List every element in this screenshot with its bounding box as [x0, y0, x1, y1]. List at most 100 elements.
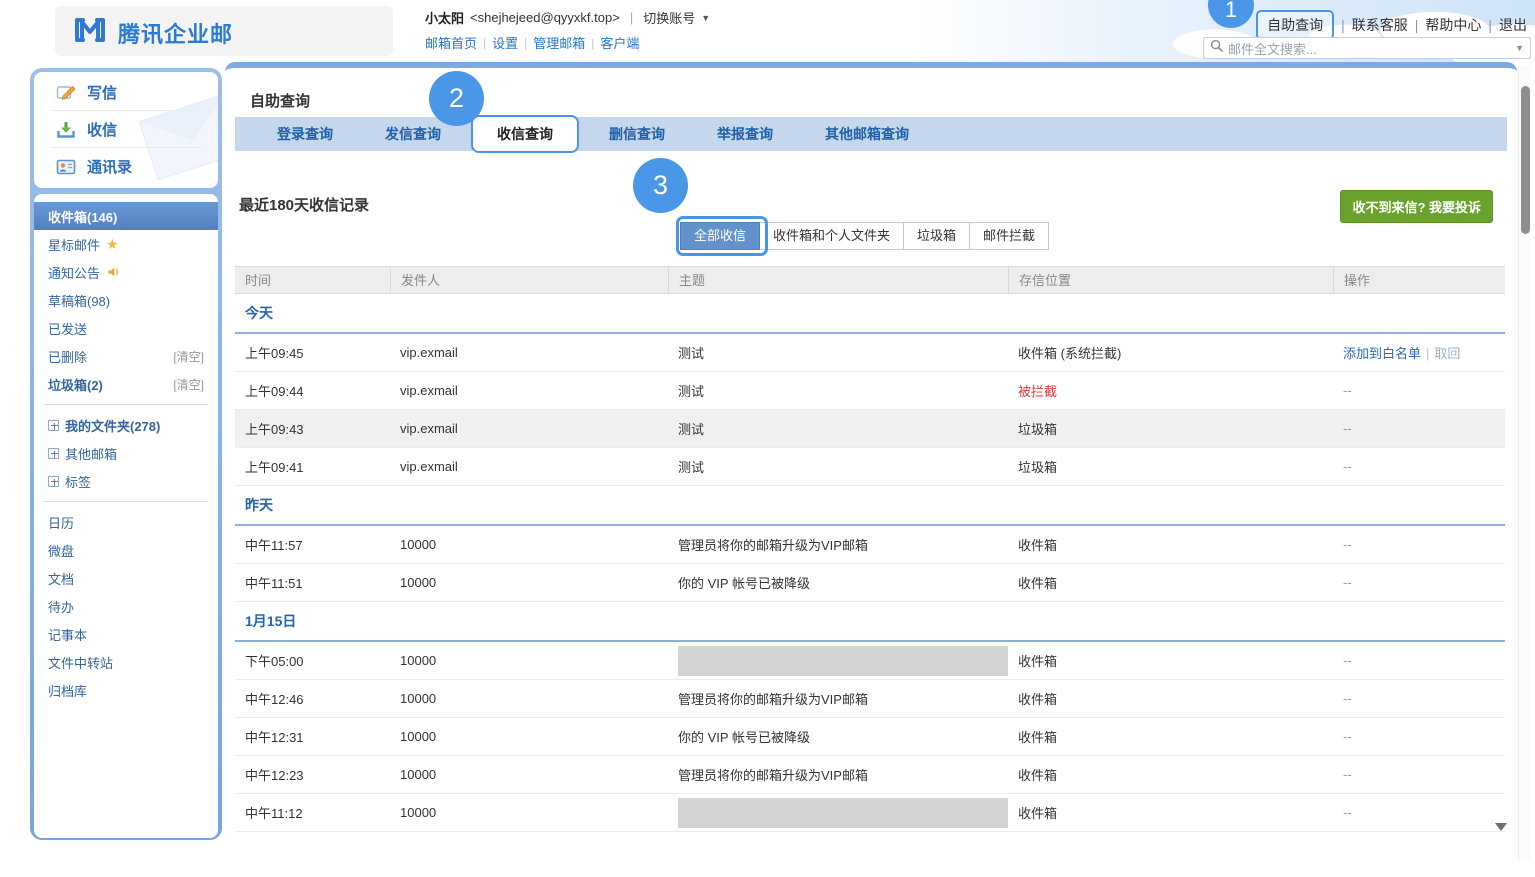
sidebar-folder-item[interactable]: 已发送: [34, 314, 218, 342]
sidebar-folders-card: 收件箱(146)星标邮件★通知公告草稿箱(98)已发送已删除[清空]垃圾箱(2)…: [34, 194, 218, 838]
filter-垃圾箱[interactable]: 垃圾箱: [903, 222, 970, 250]
table-row: 中午11:5710000管理员将你的邮箱升级为VIP邮箱收件箱--: [235, 526, 1505, 564]
sidebar-app-item[interactable]: 记事本: [34, 620, 218, 648]
switch-account-link[interactable]: 切换账号: [643, 8, 695, 27]
top-link-help-center[interactable]: 帮助中心: [1425, 15, 1481, 35]
search-scope-dropdown-icon[interactable]: ▼: [1515, 43, 1524, 53]
user-identity: 小太阳<shejhejeed@qyyxkf.top> | 切换账号 ▼: [425, 8, 710, 27]
sidebar-app-item[interactable]: 日历: [34, 508, 218, 536]
location-cell: 垃圾箱: [1008, 419, 1333, 438]
sidebar-app-item[interactable]: 文件中转站: [34, 648, 218, 676]
page: 腾讯企业邮 小太阳<shejhejeed@qyyxkf.top> | 切换账号 …: [0, 0, 1535, 877]
top-link-self-query[interactable]: 自助查询: [1256, 10, 1334, 40]
top-link-contact-support[interactable]: 联系客服: [1352, 15, 1408, 35]
sidebar-folder-item[interactable]: 收件箱(146): [34, 202, 218, 230]
tab-收信查询[interactable]: 收信查询: [471, 115, 579, 153]
no-action-placeholder: --: [1343, 537, 1352, 552]
table-row: 上午09:41vip.exmail测试垃圾箱--: [235, 448, 1505, 486]
date-group-header: 昨天: [235, 486, 1505, 526]
sender-cell: vip.exmail: [390, 459, 668, 474]
sidebar-tree-item[interactable]: 其他邮箱: [34, 439, 218, 467]
action-cell: --: [1333, 537, 1505, 552]
subject-cell: 管理员将你的邮箱升级为VIP邮箱: [668, 535, 1008, 554]
filter-全部收信[interactable]: 全部收信: [680, 222, 760, 250]
filter-group: 全部收信收件箱和个人文件夹垃圾箱邮件拦截: [681, 222, 1049, 250]
no-action-placeholder: --: [1343, 767, 1352, 782]
filter-邮件拦截[interactable]: 邮件拦截: [969, 222, 1049, 250]
app-label: 文件中转站: [48, 653, 113, 672]
empty-folder-link[interactable]: [清空]: [173, 376, 204, 393]
sidebar: 写信收信通讯录 收件箱(146)星标邮件★通知公告草稿箱(98)已发送已删除[清…: [30, 68, 222, 840]
row-action-添加到白名单[interactable]: 添加到白名单: [1343, 346, 1421, 361]
sidebar-app-item[interactable]: 归档库: [34, 676, 218, 704]
sidebar-action-通讯录[interactable]: 通讯录: [34, 148, 218, 185]
sidebar-folder-item[interactable]: 通知公告: [34, 258, 218, 286]
expand-icon[interactable]: [48, 448, 59, 459]
tab-其他邮箱查询[interactable]: 其他邮箱查询: [799, 117, 935, 151]
page-title: 自助查询: [250, 90, 310, 111]
chevron-down-icon[interactable]: ▼: [701, 13, 710, 23]
sender-cell: vip.exmail: [390, 383, 668, 398]
sender-cell: 10000: [390, 537, 668, 552]
complaint-button[interactable]: 收不到来信? 我要投诉: [1340, 190, 1493, 223]
sidebar-app-item[interactable]: 文档: [34, 564, 218, 592]
time-cell: 上午09:45: [235, 343, 390, 362]
subject-cell: 测试: [668, 457, 1008, 476]
folder-label: 垃圾箱(2): [48, 375, 103, 394]
sender-cell: vip.exmail: [390, 421, 668, 436]
top-link-logout[interactable]: 退出: [1499, 15, 1527, 35]
no-action-placeholder: --: [1343, 805, 1352, 820]
sidebar-action-写信[interactable]: 写信: [34, 74, 218, 111]
time-cell: 中午12:31: [235, 727, 390, 746]
row-action-取回[interactable]: 取回: [1434, 346, 1460, 361]
header-nav-link[interactable]: 邮箱首页: [425, 33, 477, 52]
sidebar-action-收信[interactable]: 收信: [34, 111, 218, 148]
action-cell: --: [1333, 767, 1505, 782]
column-header: 发件人: [390, 267, 668, 294]
sidebar-folder-item[interactable]: 垃圾箱(2) [清空]: [34, 370, 218, 398]
action-cell: --: [1333, 459, 1505, 474]
sidebar-tree-item[interactable]: 标签: [34, 467, 218, 495]
header-nav-link[interactable]: 客户端: [600, 33, 639, 52]
sidebar-tree-item[interactable]: 我的文件夹(278): [34, 411, 218, 439]
scrollbar-thumb[interactable]: [1521, 86, 1530, 234]
vertical-scrollbar[interactable]: [1518, 66, 1531, 860]
speaker-icon: [106, 264, 126, 280]
tab-删信查询[interactable]: 删信查询: [583, 117, 691, 151]
divider: [44, 501, 208, 502]
mail-search-box[interactable]: 邮件全文搜索... ▼: [1203, 37, 1531, 59]
sidebar-app-item[interactable]: 微盘: [34, 536, 218, 564]
action-cell: --: [1333, 729, 1505, 744]
tab-举报查询[interactable]: 举报查询: [691, 117, 799, 151]
header-nav-link[interactable]: 管理邮箱: [533, 33, 585, 52]
sidebar-app-item[interactable]: 待办: [34, 592, 218, 620]
sidebar-folder-item[interactable]: 草稿箱(98): [34, 286, 218, 314]
subject-cell: [668, 798, 1008, 828]
top-header: 腾讯企业邮 小太阳<shejhejeed@qyyxkf.top> | 切换账号 …: [0, 0, 1535, 62]
exmail-logo-icon: [72, 12, 108, 53]
tab-登录查询[interactable]: 登录查询: [251, 117, 359, 151]
time-cell: 上午09:41: [235, 457, 390, 476]
divider: |: [626, 10, 637, 25]
sidebar-action-label: 通讯录: [87, 156, 132, 177]
expand-icon[interactable]: [48, 420, 59, 431]
sidebar-action-label: 写信: [87, 82, 117, 103]
mail-record-table: 时间发件人主题存信位置操作 今天上午09:45vip.exmail测试收件箱 (…: [235, 266, 1505, 832]
table-row: 中午11:5110000你的 VIP 帐号已被降级收件箱--: [235, 564, 1505, 602]
scroll-down-icon[interactable]: [1495, 823, 1507, 831]
empty-folder-link[interactable]: [清空]: [173, 348, 204, 365]
annotation-step-2: 2: [429, 71, 484, 126]
sidebar-folder-item[interactable]: 已删除[清空]: [34, 342, 218, 370]
location-cell: 收件箱 (系统拦截): [1008, 343, 1333, 362]
tree-label: 其他邮箱: [48, 444, 117, 463]
header-nav-link[interactable]: 设置: [492, 33, 518, 52]
divider: |: [585, 36, 600, 50]
sidebar-folder-item[interactable]: 星标邮件★: [34, 230, 218, 258]
action-cell: --: [1333, 805, 1505, 820]
expand-icon[interactable]: [48, 476, 59, 487]
filter-收件箱和个人文件夹[interactable]: 收件箱和个人文件夹: [759, 222, 904, 250]
app-label: 日历: [48, 513, 74, 532]
no-action-placeholder: --: [1343, 729, 1352, 744]
action-cell: --: [1333, 575, 1505, 590]
time-cell: 中午11:12: [235, 803, 390, 822]
